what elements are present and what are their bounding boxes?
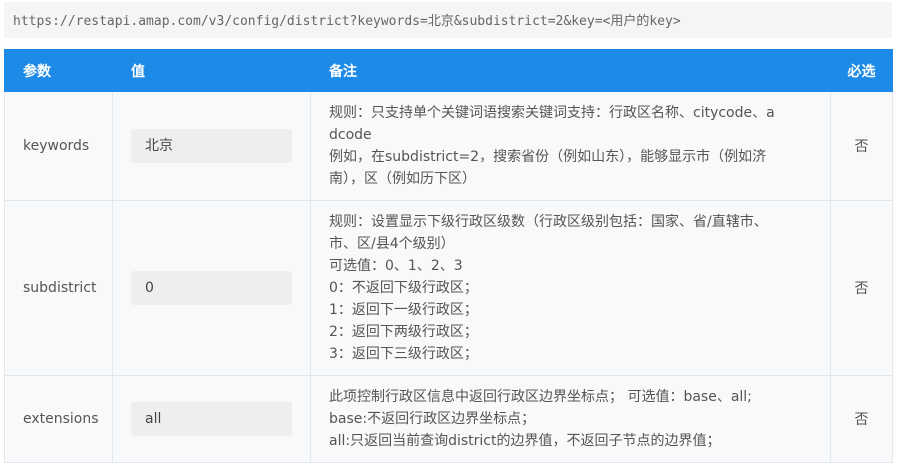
param-remark: 规则：只支持单个关键词语搜索关键词支持：行政区名称、citycode、a dco… [310,91,831,201]
param-value: all [131,402,292,436]
header-param: 参数 [4,49,113,92]
param-name: extensions [4,375,113,463]
remark-line: 0：不返回下级行政区； [329,280,478,296]
param-required: 否 [830,375,893,463]
remark-line: 2：返回下两级行政区； [329,324,478,340]
request-url: https://restapi.amap.com/v3/config/distr… [4,2,892,38]
param-value: 0 [131,271,292,305]
remark-line: 规则：只支持单个关键词语搜索关键词支持：行政区名称、citycode、a [329,105,775,121]
param-name: keywords [4,91,113,201]
remark-line: 可选值：0、1、2、3 [329,258,463,274]
table-row: keywords 北京 规则：只支持单个关键词语搜索关键词支持：行政区名称、ci… [4,91,893,201]
table-row: extensions all 此项控制行政区信息中返回行政区边界坐标点； 可选值… [4,375,893,463]
remark-line: 3：返回下三级行政区； [329,346,478,362]
remark-line: all:只返回当前查询district的边界值，不返回子节点的边界值； [329,433,721,449]
remark-line: dcode [329,127,372,143]
table-row: subdistrict 0 规则：设置显示下级行政区级数（行政区级别包括：国家、… [4,200,893,376]
table-header-row: 参数 值 备注 必选 [4,49,893,92]
remark-line: 此项控制行政区信息中返回行政区边界坐标点； 可选值：base、all; [329,389,752,405]
remark-line: base:不返回行政区边界坐标点； [329,411,536,427]
param-value-cell: all [112,375,311,463]
param-required: 否 [830,200,893,376]
param-required: 否 [830,91,893,201]
param-value: 北京 [131,129,292,163]
remark-line: 规则：设置显示下级行政区级数（行政区级别包括：国家、省/直辖市、 [329,214,768,230]
param-value-cell: 北京 [112,91,311,201]
param-remark: 规则：设置显示下级行政区级数（行政区级别包括：国家、省/直辖市、 市、区/县4个… [310,200,831,376]
remark-line: 南），区（例如历下区） [329,171,476,187]
header-value: 值 [112,49,311,92]
header-required: 必选 [830,49,893,92]
header-remark: 备注 [310,49,831,92]
param-remark: 此项控制行政区信息中返回行政区边界坐标点； 可选值：base、all; base… [310,375,831,463]
param-value-cell: 0 [112,200,311,376]
remark-line: 市、区/县4个级别） [329,236,455,252]
param-name: subdistrict [4,200,113,376]
parameter-table: 参数 值 备注 必选 keywords 北京 规则：只支持单个关键词语搜索关键词… [4,49,893,463]
remark-line: 例如，在subdistrict=2，搜索省份（例如山东），能够显示市（例如济 [329,149,767,165]
remark-line: 1：返回下一级行政区； [329,302,478,318]
